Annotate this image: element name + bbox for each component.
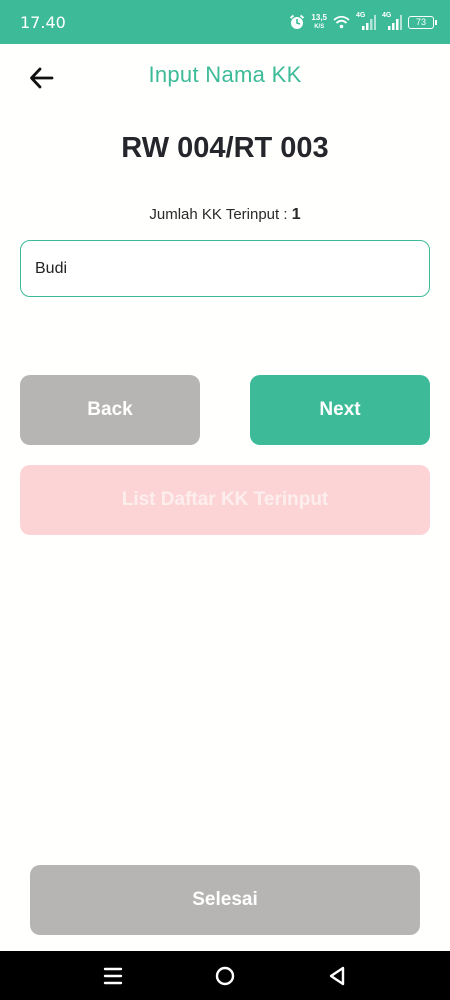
nav-bar (0, 951, 450, 1000)
back-triangle-icon[interactable] (324, 963, 350, 989)
status-icons: 13,5 K/S 4G 4G 73 (289, 11, 437, 33)
name-input[interactable] (20, 240, 430, 297)
network-speed: 13,5 K/S (311, 12, 327, 31)
count-label: Jumlah KK Terinput : (149, 206, 292, 223)
speed-unit: K/S (314, 23, 325, 30)
count-line: Jumlah KK Terinput : 1 (0, 206, 450, 224)
battery-icon: 73 (408, 15, 437, 29)
list-kk-button[interactable]: List Daftar KK Terinput (20, 465, 430, 535)
home-icon[interactable] (212, 963, 238, 989)
status-bar: 17.40 13,5 K/S 4G 4G 73 (0, 0, 450, 44)
next-button[interactable]: Next (250, 375, 430, 445)
signal-icon: 4G (382, 12, 402, 30)
network-type-1: 4G (356, 12, 366, 19)
count-value: 1 (291, 206, 301, 223)
network-type-2: 4G (382, 12, 392, 19)
speed-value: 13,5 (311, 12, 327, 22)
status-time: 17.40 (20, 13, 66, 32)
wifi-icon (333, 15, 350, 29)
signal-icon: 4G (356, 12, 376, 30)
finish-button[interactable]: Selesai (30, 865, 420, 935)
page-title: Input Nama KK (148, 62, 302, 87)
screen: 17.40 13,5 K/S 4G 4G 73 Input Nama KK RW… (0, 0, 450, 1000)
menu-icon[interactable] (100, 963, 126, 989)
alarm-icon (289, 14, 305, 30)
location-title: RW 004/RT 003 (121, 132, 329, 164)
back-button[interactable]: Back (20, 375, 200, 445)
